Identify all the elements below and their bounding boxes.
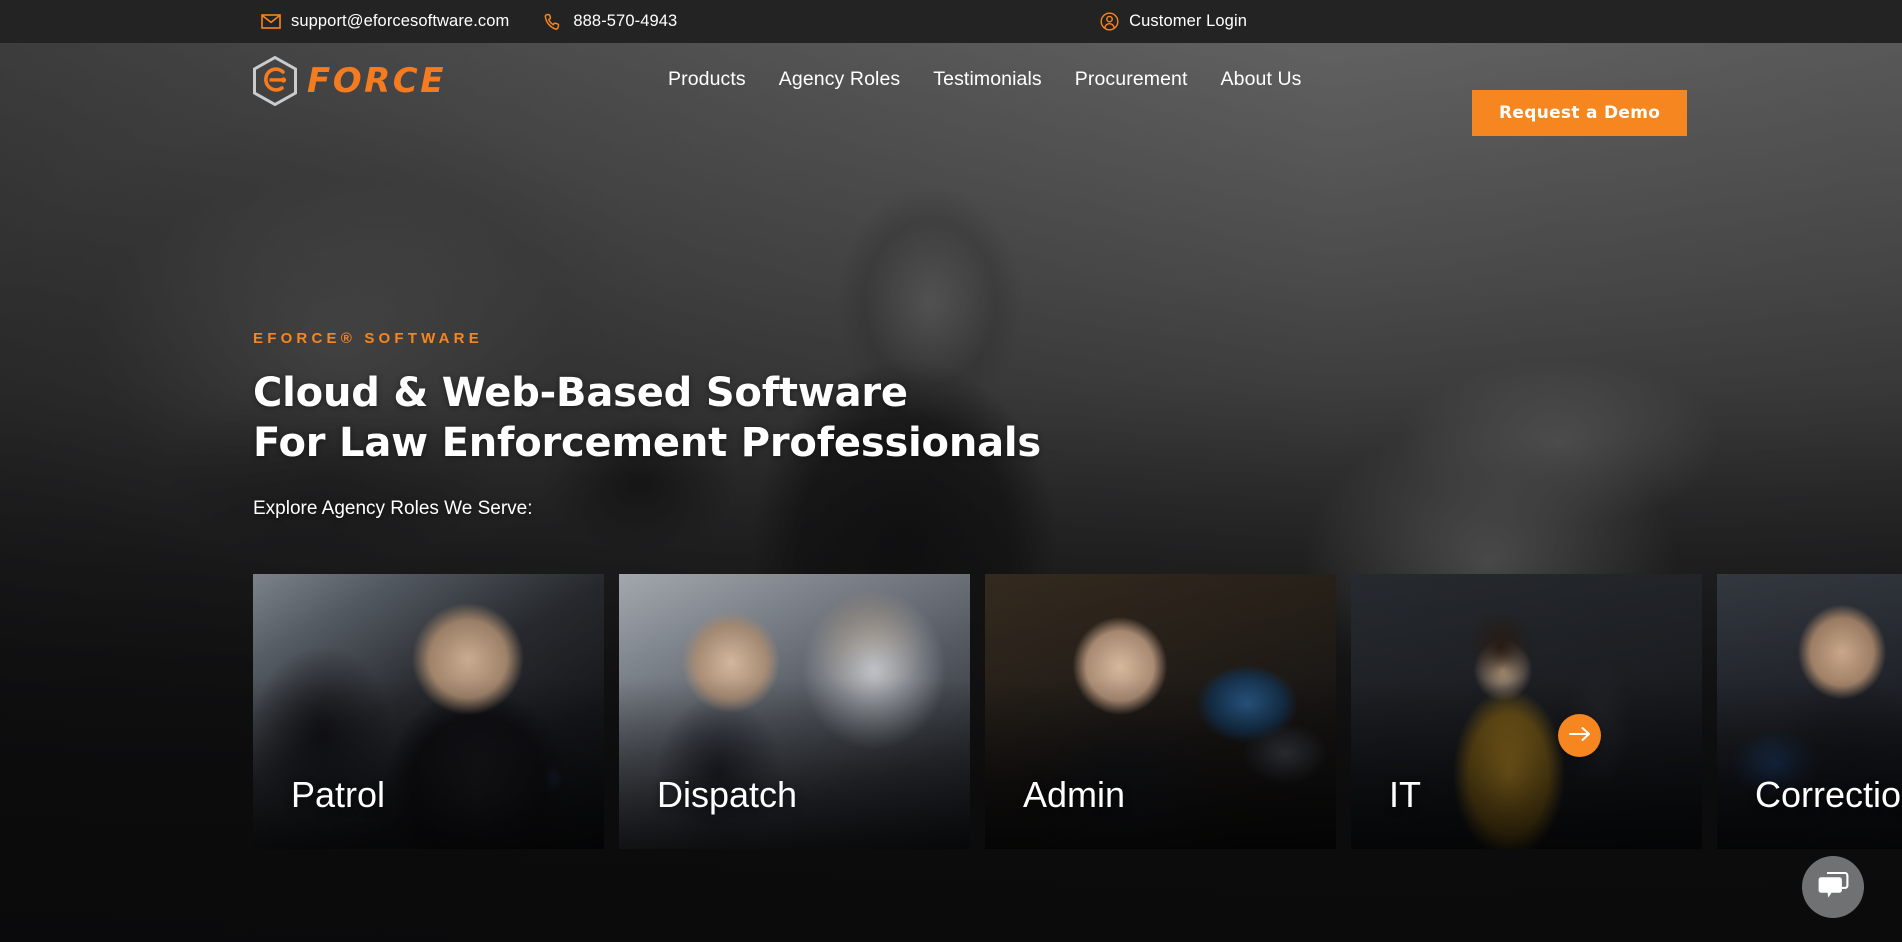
customer-login-link[interactable]: Customer Login [1099, 12, 1247, 32]
arrow-right-icon [1568, 726, 1591, 745]
phone-text: 888-570-4943 [573, 12, 678, 30]
topbar-contact-group: support@eforcesoftware.com 888-570-4943 [261, 0, 677, 43]
phone-icon [543, 12, 563, 32]
hero-content: EFORCE® SOFTWARE Cloud & Web-Based Softw… [253, 330, 1041, 520]
hexagon-e-icon [252, 56, 298, 106]
nav-item-procurement[interactable]: Procurement [1075, 68, 1188, 91]
hero-eyebrow: EFORCE® SOFTWARE [253, 330, 483, 347]
top-utility-bar-inner: support@eforcesoftware.com 888-570-4943 [0, 0, 1902, 43]
hero-headline-line-1: Cloud & Web-Based Software [253, 370, 908, 416]
main-navbar: FORCE Products Agency Roles Testimonials… [0, 43, 1902, 136]
hero-headline-line-2: For Law Enforcement Professionals [253, 420, 1042, 466]
envelope-icon [261, 12, 281, 32]
support-email-text: support@eforcesoftware.com [291, 12, 510, 30]
support-email-link[interactable]: support@eforcesoftware.com [261, 12, 509, 32]
role-card-it[interactable]: IT [1351, 574, 1702, 849]
brand-logo-link[interactable]: FORCE [252, 56, 446, 106]
chat-widget-button[interactable] [1802, 856, 1864, 918]
user-circle-icon [1099, 12, 1119, 32]
chat-bubble-icon [1817, 871, 1849, 903]
agency-roles-carousel[interactable]: Patrol Dispatch Admin IT Corrections [253, 574, 1902, 849]
nav-item-testimonials[interactable]: Testimonials [933, 68, 1042, 91]
nav-item-agency-roles[interactable]: Agency Roles [779, 68, 901, 91]
carousel-next-button[interactable] [1558, 714, 1601, 757]
phone-link[interactable]: 888-570-4943 [543, 12, 677, 32]
request-demo-button[interactable]: Request a Demo [1472, 90, 1688, 136]
hero-headline: Cloud & Web-Based Software For Law Enfor… [253, 368, 1041, 468]
role-card-label: Patrol [291, 774, 386, 815]
nav-links-group: Products Agency Roles Testimonials Procu… [668, 43, 1302, 115]
brand-logo-text: FORCE [307, 61, 446, 101]
nav-item-about-us[interactable]: About Us [1221, 68, 1302, 91]
hero-subline: Explore Agency Roles We Serve: [253, 498, 533, 519]
role-card-admin[interactable]: Admin [985, 574, 1336, 849]
nav-item-products[interactable]: Products [668, 68, 746, 91]
role-card-dispatch[interactable]: Dispatch [619, 574, 970, 849]
role-card-label: Corrections [1755, 774, 1902, 815]
role-card-label: IT [1389, 774, 1421, 815]
customer-login-text: Customer Login [1129, 12, 1247, 30]
role-card-patrol[interactable]: Patrol [253, 574, 604, 849]
role-card-label: Admin [1023, 774, 1126, 815]
role-card-corrections[interactable]: Corrections [1717, 574, 1902, 849]
page-root: support@eforcesoftware.com 888-570-4943 [0, 0, 1902, 942]
role-card-label: Dispatch [657, 774, 798, 815]
topbar-login-group: Customer Login [1099, 0, 1247, 43]
top-utility-bar: support@eforcesoftware.com 888-570-4943 [0, 0, 1902, 43]
